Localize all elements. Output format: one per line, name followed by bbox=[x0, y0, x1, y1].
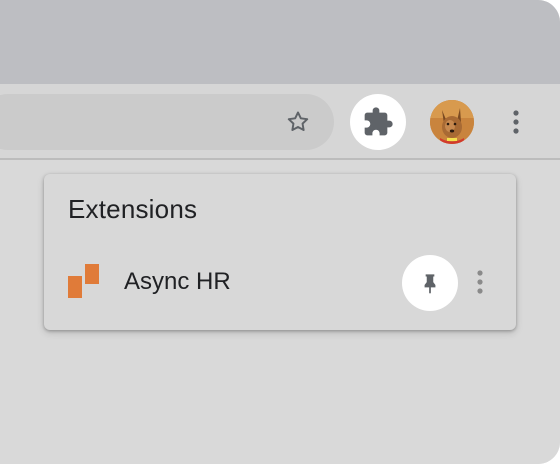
star-outline-icon bbox=[287, 111, 309, 131]
popup-title: Extensions bbox=[68, 194, 198, 224]
browser-menu-button[interactable] bbox=[500, 104, 532, 140]
browser-window: Extensions Async HR bbox=[0, 0, 560, 464]
more-vert-icon bbox=[513, 110, 519, 134]
bookmark-button[interactable] bbox=[280, 104, 316, 140]
pin-extension-button[interactable] bbox=[402, 255, 458, 311]
pin-icon bbox=[424, 274, 436, 294]
profile-avatar[interactable] bbox=[430, 100, 474, 144]
async-hr-logo bbox=[68, 264, 99, 298]
extensions-popup: Extensions Async HR bbox=[44, 174, 516, 330]
avatar-image bbox=[430, 100, 474, 144]
extensions-button[interactable] bbox=[350, 94, 406, 150]
extension-name: Async HR bbox=[124, 268, 231, 295]
puzzle-piece-icon bbox=[364, 107, 393, 136]
extension-menu-button[interactable] bbox=[468, 264, 492, 300]
tab-strip bbox=[0, 0, 560, 84]
more-vert-icon bbox=[477, 270, 483, 294]
extension-item[interactable]: Async HR bbox=[44, 254, 516, 311]
